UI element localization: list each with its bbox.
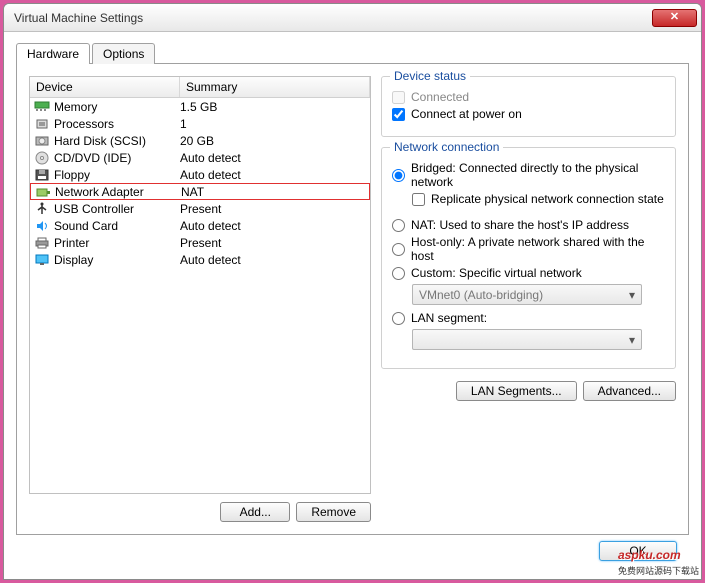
device-row-sound[interactable]: Sound Card Auto detect [30, 217, 370, 234]
device-name: Display [54, 253, 93, 267]
radio-custom-input[interactable] [392, 267, 405, 280]
connected-checkbox: Connected [392, 90, 665, 104]
device-summary: NAT [181, 185, 365, 199]
remove-button[interactable]: Remove [296, 502, 371, 522]
device-name: CD/DVD (IDE) [54, 151, 131, 165]
printer-icon [34, 236, 50, 250]
device-summary: Auto detect [180, 168, 366, 182]
device-list: Device Summary Memory1.5 GBProcessors1Ha… [29, 76, 371, 494]
radio-lan[interactable]: LAN segment: [392, 311, 665, 325]
radio-nat-input[interactable] [392, 219, 405, 232]
sound-icon [34, 219, 50, 233]
device-row-printer[interactable]: Printer Present [30, 234, 370, 251]
close-button[interactable]: ✕ [652, 9, 697, 27]
device-row-usb[interactable]: USB Controller Present [30, 200, 370, 217]
radio-nat[interactable]: NAT: Used to share the host's IP address [392, 218, 665, 232]
lan-segment-select: ▾ [412, 329, 642, 350]
radio-hostonly-input[interactable] [392, 243, 405, 256]
advanced-button[interactable]: Advanced... [583, 381, 676, 401]
device-row-cd[interactable]: CD/DVD (IDE) Auto detect [30, 149, 370, 166]
col-device[interactable]: Device [30, 77, 180, 97]
device-row-memory[interactable]: Memory 1.5 GB [30, 98, 370, 115]
col-summary[interactable]: Summary [180, 77, 370, 97]
device-status-title: Device status [390, 69, 470, 83]
ok-button[interactable]: OK [599, 541, 677, 561]
detail-panel: Device status Connected Connect at power… [381, 76, 676, 522]
replicate-checkbox[interactable]: Replicate physical network connection st… [412, 192, 665, 206]
replicate-input[interactable] [412, 193, 425, 206]
radio-custom[interactable]: Custom: Specific virtual network [392, 266, 665, 280]
radio-lan-input[interactable] [392, 312, 405, 325]
lan-segments-button[interactable]: LAN Segments... [456, 381, 577, 401]
device-name: Sound Card [54, 219, 118, 233]
radio-bridged[interactable]: Bridged: Connected directly to the physi… [392, 161, 665, 189]
device-name: Memory [54, 100, 97, 114]
device-summary: Auto detect [180, 151, 366, 165]
device-summary: Present [180, 202, 366, 216]
tab-options[interactable]: Options [92, 43, 155, 64]
tab-hardware[interactable]: Hardware [16, 43, 90, 64]
display-icon [34, 253, 50, 267]
chevron-down-icon: ▾ [629, 333, 635, 347]
device-name: Floppy [54, 168, 90, 182]
device-summary: 1 [180, 117, 366, 131]
device-name: Hard Disk (SCSI) [54, 134, 146, 148]
device-row-net[interactable]: Network Adapter NAT [30, 183, 370, 200]
device-summary: 20 GB [180, 134, 366, 148]
window-title: Virtual Machine Settings [14, 11, 652, 25]
device-summary: Auto detect [180, 219, 366, 233]
titlebar: Virtual Machine Settings ✕ [4, 4, 701, 32]
device-row-cpu[interactable]: Processors 1 [30, 115, 370, 132]
device-name: Processors [54, 117, 114, 131]
device-panel: Device Summary Memory1.5 GBProcessors1Ha… [29, 76, 371, 522]
memory-icon [34, 100, 50, 114]
cpu-icon [34, 117, 50, 131]
cd-icon [34, 151, 50, 165]
connect-poweron-checkbox[interactable]: Connect at power on [392, 107, 665, 121]
network-title: Network connection [390, 140, 503, 154]
floppy-icon [34, 168, 50, 182]
add-button[interactable]: Add... [220, 502, 290, 522]
custom-vmnet-select: VMnet0 (Auto-bridging) ▾ [412, 284, 642, 305]
device-summary: Present [180, 236, 366, 250]
device-summary: Auto detect [180, 253, 366, 267]
device-row-floppy[interactable]: Floppy Auto detect [30, 166, 370, 183]
connect-poweron-input[interactable] [392, 108, 405, 121]
tab-panel-hardware: Device Summary Memory1.5 GBProcessors1Ha… [16, 63, 689, 535]
chevron-down-icon: ▾ [629, 288, 635, 302]
device-list-header: Device Summary [30, 77, 370, 98]
device-name: Network Adapter [55, 185, 144, 199]
dialog-footer: OK [16, 535, 689, 561]
device-name: USB Controller [54, 202, 134, 216]
device-row-display[interactable]: Display Auto detect [30, 251, 370, 268]
device-name: Printer [54, 236, 89, 250]
connected-input [392, 91, 405, 104]
usb-icon [34, 202, 50, 216]
hdd-icon [34, 134, 50, 148]
device-status-group: Device status Connected Connect at power… [381, 76, 676, 137]
net-icon [35, 185, 51, 199]
radio-bridged-input[interactable] [392, 169, 405, 182]
tab-strip: Hardware Options [16, 43, 689, 64]
device-summary: 1.5 GB [180, 100, 366, 114]
network-connection-group: Network connection Bridged: Connected di… [381, 147, 676, 369]
radio-hostonly[interactable]: Host-only: A private network shared with… [392, 235, 665, 263]
settings-window: Virtual Machine Settings ✕ Hardware Opti… [3, 3, 702, 580]
device-row-hdd[interactable]: Hard Disk (SCSI) 20 GB [30, 132, 370, 149]
